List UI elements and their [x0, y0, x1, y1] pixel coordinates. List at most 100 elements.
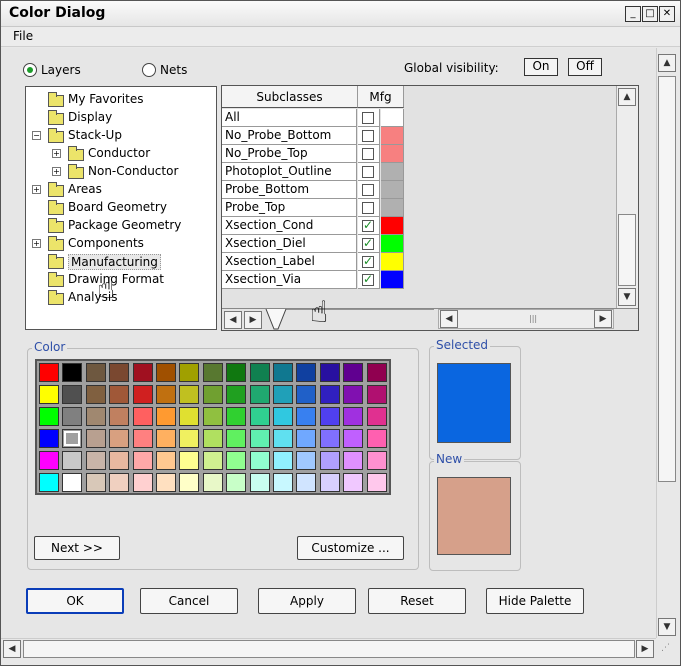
palette-swatch[interactable]	[226, 451, 247, 470]
palette-swatch[interactable]	[132, 429, 153, 448]
palette-swatch[interactable]	[249, 407, 270, 426]
palette-swatch[interactable]	[109, 451, 130, 470]
grid-horizontal-scrollbar[interactable]: ◀ ||| ▶	[438, 309, 614, 329]
palette-swatch[interactable]	[62, 451, 83, 470]
cancel-button[interactable]: Cancel	[140, 588, 238, 614]
tree-item[interactable]: Board Geometry	[26, 199, 216, 217]
palette-swatch[interactable]	[319, 385, 340, 404]
expand-icon[interactable]: +	[52, 167, 61, 176]
palette-swatch[interactable]	[366, 451, 387, 470]
visibility-checkbox[interactable]	[362, 130, 374, 142]
palette-swatch[interactable]	[62, 473, 83, 492]
palette-swatch[interactable]	[85, 473, 106, 492]
subclass-color-swatch[interactable]	[381, 109, 404, 127]
palette-swatch[interactable]	[156, 363, 176, 382]
subclass-color-swatch[interactable]	[381, 235, 404, 253]
palette-swatch[interactable]	[343, 429, 364, 448]
palette-swatch[interactable]	[109, 407, 130, 426]
mfg-column-header[interactable]: Mfg	[358, 86, 404, 108]
palette-swatch[interactable]	[319, 407, 340, 426]
subclass-grid[interactable]: Subclasses Mfg All No_Probe_Bottom No_Prob…	[221, 85, 639, 331]
palette-swatch[interactable]	[296, 407, 317, 426]
visibility-checkbox[interactable]	[362, 236, 374, 250]
palette-swatch[interactable]	[366, 363, 387, 382]
window-scroll-down-button[interactable]: ▼	[658, 618, 676, 636]
palette-swatch[interactable]	[226, 429, 247, 448]
palette-swatch[interactable]	[179, 363, 200, 382]
palette-swatch[interactable]	[319, 451, 340, 470]
visibility-checkbox[interactable]	[362, 202, 374, 214]
grid-tab[interactable]	[264, 309, 436, 331]
palette-swatch[interactable]	[156, 385, 176, 404]
palette-swatch[interactable]	[179, 451, 200, 470]
palette-swatch[interactable]	[202, 407, 223, 426]
palette-swatch[interactable]	[273, 363, 293, 382]
expand-icon[interactable]: +	[32, 185, 41, 194]
subclass-color-swatch[interactable]	[381, 145, 404, 163]
grid-scroll-down-button[interactable]: ▼	[618, 288, 636, 306]
visibility-checkbox[interactable]	[362, 254, 374, 268]
window-scroll-up-button[interactable]: ▲	[658, 54, 676, 72]
global-visibility-on-button[interactable]: On	[524, 58, 558, 76]
palette-swatch[interactable]	[156, 429, 176, 448]
window-scroll-thumb[interactable]	[658, 76, 676, 482]
window-scroll-left-button[interactable]: ◀	[3, 640, 21, 658]
palette-swatch[interactable]	[62, 429, 83, 448]
palette-swatch[interactable]	[109, 363, 130, 382]
palette-swatch[interactable]	[343, 451, 364, 470]
palette-swatch[interactable]	[343, 385, 364, 404]
palette-swatch[interactable]	[343, 473, 364, 492]
palette-swatch[interactable]	[202, 451, 223, 470]
palette-swatch[interactable]	[85, 363, 106, 382]
subclasses-column-header[interactable]: Subclasses	[222, 86, 358, 108]
palette-swatch[interactable]	[39, 363, 59, 382]
palette-swatch[interactable]	[226, 363, 247, 382]
tree-item[interactable]: Display	[26, 109, 216, 127]
layers-radio[interactable]	[23, 63, 37, 77]
palette-swatch[interactable]	[62, 385, 83, 404]
palette-swatch[interactable]	[179, 407, 200, 426]
next-button[interactable]: Next >>	[34, 536, 120, 560]
visibility-checkbox[interactable]	[362, 218, 374, 232]
nets-radio-label[interactable]: Nets	[160, 63, 187, 77]
palette-swatch[interactable]	[226, 407, 247, 426]
palette-swatch[interactable]	[132, 407, 153, 426]
subclass-color-swatch[interactable]	[381, 271, 404, 289]
grid-scroll-left-button[interactable]: ◀	[440, 310, 458, 328]
tree-item[interactable]: Drawing Format	[26, 271, 216, 289]
palette-swatch[interactable]	[343, 363, 364, 382]
palette-swatch[interactable]	[319, 429, 340, 448]
grid-scroll-thumb[interactable]	[618, 214, 636, 286]
menu-file[interactable]: File	[13, 29, 33, 43]
palette-swatch[interactable]	[202, 363, 223, 382]
tree-item[interactable]: + Conductor	[26, 145, 216, 163]
grid-vertical-scrollbar[interactable]: ▲ ▼	[616, 86, 638, 308]
palette-swatch[interactable]	[273, 429, 293, 448]
palette-swatch[interactable]	[319, 363, 340, 382]
palette-swatch[interactable]	[202, 429, 223, 448]
window-scroll-right-button[interactable]: ▶	[636, 640, 654, 658]
palette-swatch[interactable]	[39, 473, 59, 492]
visibility-checkbox[interactable]	[362, 184, 374, 196]
apply-button[interactable]: Apply	[258, 588, 356, 614]
tab-scroll-left-button[interactable]: ◀	[224, 311, 242, 329]
subclass-color-swatch[interactable]	[381, 199, 404, 217]
tree-item[interactable]: Package Geometry	[26, 217, 216, 235]
palette-swatch[interactable]	[249, 451, 270, 470]
palette-swatch[interactable]	[296, 451, 317, 470]
palette-swatch[interactable]	[273, 473, 293, 492]
palette-swatch[interactable]	[179, 429, 200, 448]
global-visibility-off-button[interactable]: Off	[568, 58, 602, 76]
palette-swatch[interactable]	[156, 451, 176, 470]
palette-swatch[interactable]	[296, 473, 317, 492]
palette-swatch[interactable]	[249, 363, 270, 382]
subclass-color-swatch[interactable]	[381, 253, 404, 271]
expand-icon[interactable]: +	[32, 239, 41, 248]
palette-swatch[interactable]	[366, 473, 387, 492]
palette-swatch[interactable]	[85, 451, 106, 470]
palette-swatch[interactable]	[85, 385, 106, 404]
maximize-button[interactable]: □	[642, 6, 658, 22]
tree-item[interactable]: − Stack-Up	[26, 127, 216, 145]
palette-swatch[interactable]	[39, 429, 59, 448]
palette-swatch[interactable]	[273, 385, 293, 404]
